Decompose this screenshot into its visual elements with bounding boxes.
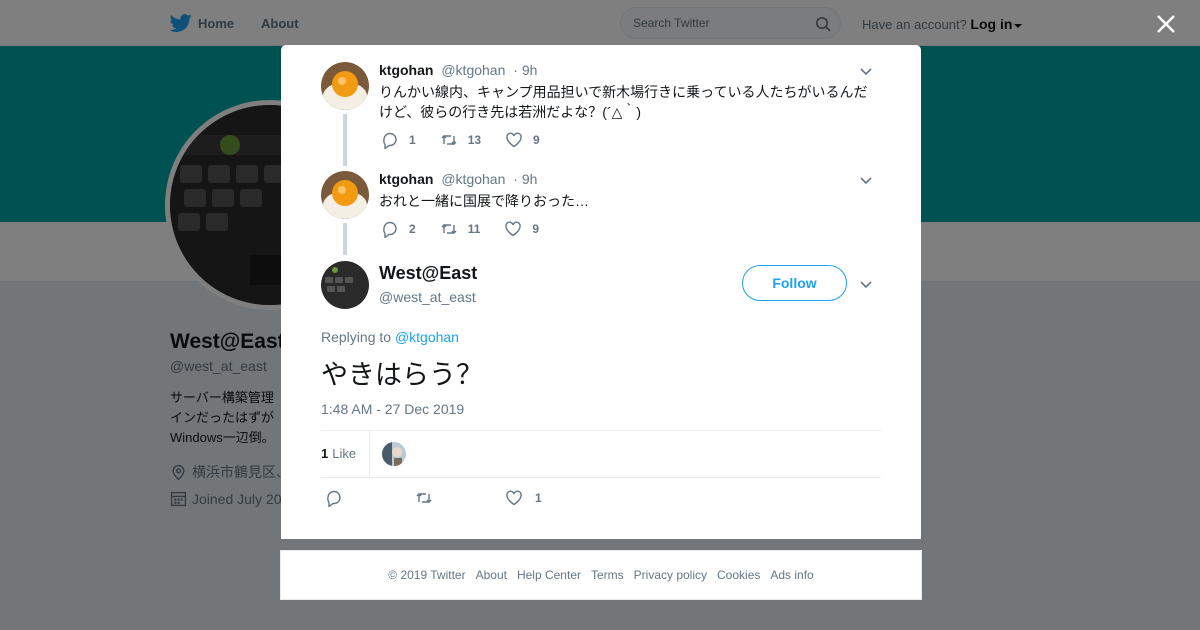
- follow-button[interactable]: Follow: [742, 265, 847, 301]
- tweet-text: りんかい線内、キャンプ用品担いで新木場行きに乗っている人たちがいるんだけど、彼ら…: [379, 84, 868, 120]
- like-button[interactable]: 1: [505, 489, 542, 507]
- keyboard-avatar-icon: [321, 261, 369, 309]
- footer-link-about[interactable]: About: [476, 568, 507, 582]
- thread-connector-line: [343, 223, 347, 255]
- footer-link-cookies[interactable]: Cookies: [717, 568, 760, 582]
- tweet-permalink-modal: ktgohan @ktgohan · 9h りんかい線内、キャンプ用品担いで新木…: [281, 45, 921, 539]
- author-handle[interactable]: @ktgohan: [441, 62, 505, 78]
- modal-footer: © 2019 Twitter About Help Center Terms P…: [280, 550, 922, 600]
- author-name[interactable]: West@East: [379, 263, 477, 284]
- footer-link-terms[interactable]: Terms: [591, 568, 624, 582]
- avatar[interactable]: [321, 171, 369, 219]
- close-icon[interactable]: [1154, 12, 1178, 36]
- like-count: 1: [535, 491, 542, 505]
- tweet-header: ktgohan @ktgohan · 9h: [379, 171, 537, 187]
- retweet-button[interactable]: [415, 489, 445, 507]
- tweet-header: ktgohan @ktgohan · 9h: [379, 62, 537, 78]
- chevron-down-icon[interactable]: [859, 277, 873, 291]
- author-handle[interactable]: @west_at_east: [379, 289, 476, 305]
- author-handle[interactable]: @ktgohan: [441, 171, 505, 187]
- main-tweet-text: やきはらう？: [321, 360, 483, 390]
- like-button[interactable]: 9: [504, 220, 539, 238]
- footer-link-privacy[interactable]: Privacy policy: [634, 568, 707, 582]
- retweet-button[interactable]: 13: [440, 131, 481, 149]
- tweet-actions: 1 13 9: [381, 131, 564, 149]
- reply-icon: [383, 132, 397, 149]
- retweet-icon: [441, 135, 457, 145]
- replying-handle-link[interactable]: @ktgohan: [395, 329, 459, 345]
- reply-icon: [383, 221, 397, 238]
- heart-icon: [506, 132, 522, 148]
- likes-stat[interactable]: 1 Like: [321, 446, 356, 461]
- reply-count: 1: [409, 133, 416, 147]
- author-name[interactable]: ktgohan: [379, 171, 433, 187]
- thread-tweet[interactable]: ktgohan @ktgohan · 9h りんかい線内、キャンプ用品担いで新木…: [321, 62, 881, 166]
- footer-copyright: © 2019 Twitter: [388, 568, 466, 582]
- main-tweet-actions: 1: [325, 489, 602, 507]
- tweet-timestamp[interactable]: 1:48 AM - 27 Dec 2019: [321, 401, 464, 417]
- reply-button[interactable]: 1: [381, 131, 416, 149]
- replying-prefix: Replying to: [321, 329, 392, 345]
- footer-link-help-center[interactable]: Help Center: [517, 568, 581, 582]
- retweet-count: 11: [467, 222, 481, 236]
- tweet-time[interactable]: · 9h: [513, 62, 537, 78]
- tweet-text: おれと一緒に国展で降りおった…: [379, 193, 589, 209]
- replying-to: Replying to @ktgohan: [321, 329, 459, 345]
- reply-button[interactable]: [325, 489, 355, 507]
- avatar[interactable]: [321, 261, 369, 309]
- egg-rice-avatar-icon: [321, 171, 369, 219]
- tweet-actions: 2 11 9: [381, 220, 563, 238]
- tweet-stats: 1 Like: [321, 430, 881, 478]
- footer-link-ads-info[interactable]: Ads info: [770, 568, 813, 582]
- chevron-down-icon[interactable]: [859, 173, 873, 187]
- reply-button[interactable]: 2: [381, 220, 416, 238]
- stats-divider: [369, 431, 370, 477]
- likes-label: Like: [332, 446, 357, 461]
- likes-count: 1: [321, 446, 329, 461]
- heart-icon: [506, 490, 522, 506]
- chevron-down-icon[interactable]: [859, 64, 873, 78]
- tweet-time[interactable]: · 9h: [513, 171, 537, 187]
- retweet-icon: [416, 493, 432, 503]
- thread-connector-line: [343, 114, 347, 166]
- retweet-button[interactable]: 11: [440, 220, 481, 238]
- reply-icon: [327, 490, 341, 507]
- liker-photo-icon: [382, 442, 406, 466]
- retweet-count: 13: [467, 133, 482, 147]
- like-count: 9: [533, 133, 540, 147]
- reply-count: 2: [409, 222, 416, 236]
- like-count: 9: [532, 222, 540, 236]
- like-button[interactable]: 9: [505, 131, 540, 149]
- retweet-icon: [441, 224, 457, 234]
- thread-tweet[interactable]: ktgohan @ktgohan · 9h おれと一緒に国展で降りおった… 2 …: [321, 171, 881, 261]
- avatar[interactable]: [321, 62, 369, 110]
- liker-avatar[interactable]: [382, 442, 406, 466]
- egg-rice-avatar-icon: [321, 62, 369, 110]
- heart-icon: [505, 221, 522, 237]
- main-tweet-header: West@East @west_at_east Follow: [321, 261, 881, 311]
- author-name[interactable]: ktgohan: [379, 62, 433, 78]
